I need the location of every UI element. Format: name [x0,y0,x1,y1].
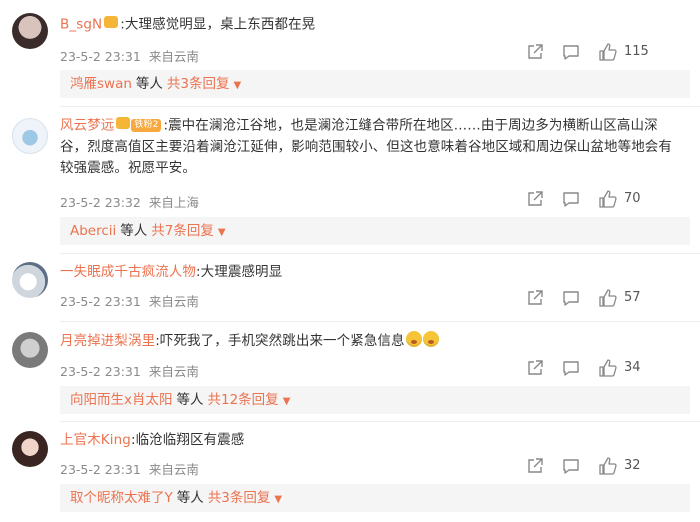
like-count: 70 [624,191,641,206]
chevron-down-icon[interactable]: ▼ [218,227,226,238]
chevron-down-icon[interactable]: ▼ [283,396,291,407]
vip-crown-icon [104,12,119,33]
reply-count-link[interactable]: 共3条回复 [208,490,271,506]
like-count: 57 [624,290,641,305]
like-count: 34 [624,360,641,375]
divider [60,321,700,322]
reply-count-link[interactable]: 共7条回复 [151,223,214,239]
fan-level-badge: 铁粉2 [131,119,162,132]
avatar[interactable] [12,118,48,154]
reply-summary[interactable]: 取个昵称太难了Y 等人 共3条回复 ▼ [60,484,690,512]
comment-text: 上官木King:临沧临翔区有震感 [60,430,684,451]
reply-summary[interactable]: 向阳而生x肖太阳 等人 共12条回复 ▼ [60,386,690,414]
chevron-down-icon[interactable]: ▼ [274,494,282,505]
comment-meta: 23-5-2 23:31 来自云南 [60,459,199,478]
like-count: 115 [624,44,649,59]
comment-date: 23-5-2 23:31 [60,294,141,309]
avatar[interactable] [12,262,48,298]
like-count: 32 [624,458,641,473]
thumbs-up-icon [599,457,617,475]
comment-location: 来自云南 [148,462,199,477]
comment-icon[interactable] [562,359,580,377]
comment-actions: 57 [526,289,686,309]
avatar[interactable] [12,13,48,49]
scared-face-emoji-icon [422,331,439,347]
comment-actions: 34 [526,359,686,379]
comment-actions: 32 [526,457,686,477]
reply-count-link[interactable]: 共3条回复 [167,76,230,92]
comment-date: 23-5-2 23:32 [60,195,141,210]
vip-crown-icon: 铁粉2 [116,113,162,134]
comment-text: 月亮掉进梨涡里:吓死我了，手机突然跳出来一个紧急信息 [60,331,684,352]
username-link[interactable]: 上官木King [60,432,131,448]
comment-icon[interactable] [562,289,580,307]
comment-location: 来自云南 [148,364,199,379]
reply-summary[interactable]: Abercii 等人 共7条回复 ▼ [60,217,690,245]
like-button[interactable]: 70 [598,190,641,208]
share-icon[interactable] [526,289,544,307]
username-link[interactable]: B_sgN [60,17,102,33]
reply-summary[interactable]: 鸿雁swan 等人 共3条回复 ▼ [60,70,690,98]
reply-user-link[interactable]: Abercii [70,223,116,239]
comment-date: 23-5-2 23:31 [60,462,141,477]
like-button[interactable]: 32 [598,457,641,475]
comment-text: 风云梦远 铁粉2:震中在澜沧江谷地，也是澜沧江缝合带所在地区……由于周边多为横断山… [60,115,684,179]
comment-icon[interactable] [562,190,580,208]
share-icon[interactable] [526,457,544,475]
chevron-down-icon[interactable]: ▼ [234,80,242,91]
comment-meta: 23-5-2 23:31 来自云南 [60,46,199,65]
comment-meta: 23-5-2 23:32 来自上海 [60,192,199,211]
like-button[interactable]: 57 [598,289,641,307]
divider [60,106,700,107]
comment-actions: 115 [526,43,686,63]
comment-icon[interactable] [562,43,580,61]
reply-user-link[interactable]: 鸿雁swan [70,76,132,92]
avatar[interactable] [12,332,48,368]
like-button[interactable]: 115 [598,43,649,61]
reply-count-link[interactable]: 共12条回复 [208,392,279,408]
comment-location: 来自上海 [148,195,199,210]
comment-icon[interactable] [562,457,580,475]
divider [60,253,700,254]
comment-meta: 23-5-2 23:31 来自云南 [60,291,199,310]
thumbs-up-icon [599,190,617,208]
comment-location: 来自云南 [148,294,199,309]
comment-date: 23-5-2 23:31 [60,49,141,64]
thumbs-up-icon [599,359,617,377]
comment-location: 来自云南 [148,49,199,64]
reply-user-link[interactable]: 向阳而生x肖太阳 [70,392,173,408]
comment-meta: 23-5-2 23:31 来自云南 [60,361,199,380]
username-link[interactable]: 月亮掉进梨涡里 [60,333,155,349]
comment-actions: 70 [526,190,686,210]
thumbs-up-icon [599,43,617,61]
username-link[interactable]: 一失眠成千古疯流人物 [60,264,196,280]
share-icon[interactable] [526,43,544,61]
like-button[interactable]: 34 [598,359,641,377]
scared-face-emoji-icon [405,331,422,347]
comment-body: :大理感觉明显，桌上东西都在晃 [120,16,316,33]
share-icon[interactable] [526,359,544,377]
reply-user-link[interactable]: 取个昵称太难了Y [70,490,173,506]
avatar[interactable] [12,431,48,467]
comment-text: 一失眠成千古疯流人物:大理震感明显 [60,262,684,283]
comment-body: :吓死我了，手机突然跳出来一个紧急信息 [155,333,405,349]
comment-body: :临沧临翔区有震感 [130,432,245,448]
thumbs-up-icon [599,289,617,307]
comment-body: :大理震感明显 [196,264,283,280]
comment-date: 23-5-2 23:31 [60,364,141,379]
comment-text: B_sgN :大理感觉明显，桌上东西都在晃 [60,14,684,36]
share-icon[interactable] [526,190,544,208]
divider [60,421,700,422]
username-link[interactable]: 风云梦远 [60,118,114,134]
